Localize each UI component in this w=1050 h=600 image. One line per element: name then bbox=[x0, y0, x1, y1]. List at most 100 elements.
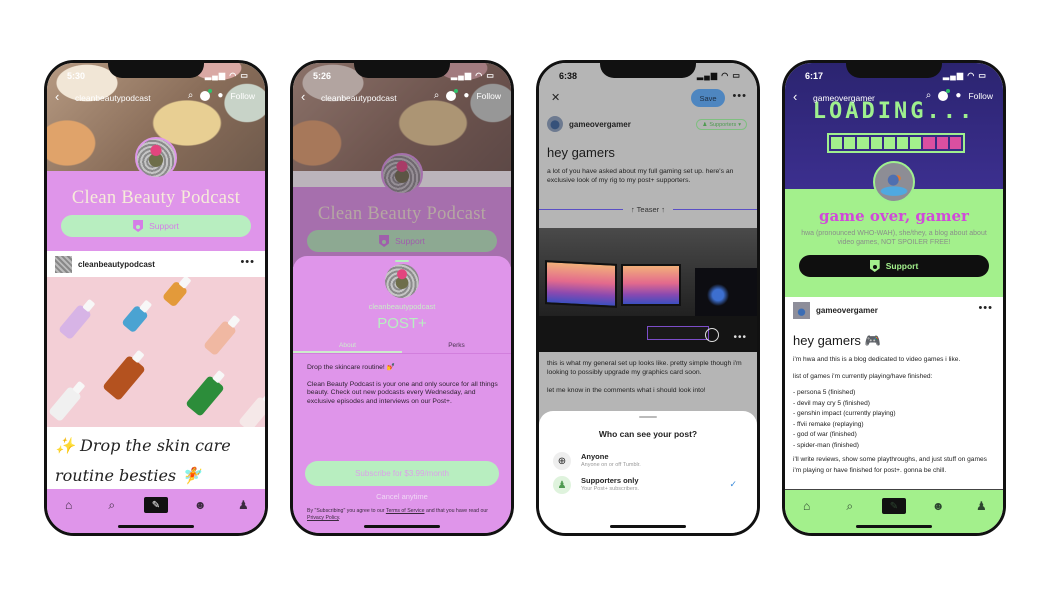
post-title[interactable]: hey gamers bbox=[547, 145, 615, 160]
post-author[interactable]: cleanbeautypodcast bbox=[78, 260, 155, 269]
editor-toolbar: ✕ Save ••• bbox=[539, 89, 757, 109]
audience-selector[interactable]: ♟ Supporters ▾ bbox=[696, 119, 747, 130]
game-item: - persona 5 (finished) bbox=[793, 389, 856, 396]
compose-icon[interactable]: ✎ bbox=[143, 497, 168, 513]
post-card: cleanbeautypodcast ••• ✨ Drop the skin c… bbox=[47, 251, 265, 495]
back-icon[interactable]: ‹ bbox=[55, 89, 59, 105]
follow-button[interactable]: Follow bbox=[230, 91, 255, 101]
activity-icon[interactable]: ☻ bbox=[189, 497, 211, 513]
post-author-avatar[interactable] bbox=[55, 256, 72, 273]
teaser-text: Teaser bbox=[636, 204, 660, 214]
author-avatar bbox=[547, 116, 563, 132]
sheet-tabs: About Perks bbox=[293, 338, 511, 354]
phone-post-plus-sheet: 5:26 ▂▄▆ ◠ ▭ ‹ cleanbeautypodcast ⌕ ● Fo… bbox=[290, 60, 514, 536]
visibility-option-anyone[interactable]: ⊕ Anyone Anyone on or off Tumblr. bbox=[553, 451, 743, 473]
search-icon[interactable]: ⌕ bbox=[101, 497, 123, 513]
visibility-option-supporters[interactable]: ♟ Supporters only Your Post+ subscribers… bbox=[553, 475, 743, 497]
games-list: - persona 5 (finished) - devil may cry 5… bbox=[793, 388, 995, 451]
search-icon[interactable]: ⌕ bbox=[188, 90, 194, 101]
post-author[interactable]: gameovergamer bbox=[816, 306, 878, 315]
list-heading: list of games i'm currently playing/have… bbox=[793, 372, 933, 380]
phone-post-editor: 6:38 ▂▄▆ ◠ ▭ ✕ Save ••• gameovergamer ♟ … bbox=[536, 60, 760, 536]
game-item: - devil may cry 5 (finished) bbox=[793, 399, 870, 407]
activity-icon[interactable] bbox=[446, 88, 459, 101]
home-indicator bbox=[118, 525, 194, 528]
search-icon[interactable]: ⌕ bbox=[839, 498, 861, 514]
post-plus-badge-icon bbox=[869, 260, 880, 272]
post-header: cleanbeautypodcast ••• bbox=[47, 251, 265, 277]
image-more-icon[interactable]: ••• bbox=[733, 332, 747, 343]
more-icon[interactable]: ••• bbox=[240, 256, 255, 268]
sheet-avatar bbox=[385, 264, 419, 298]
blog-avatar[interactable] bbox=[873, 161, 915, 203]
sheet-grabber[interactable] bbox=[395, 260, 409, 262]
legal-middle: and that you have read our bbox=[424, 508, 488, 514]
promo-stage: 5:30 ▂▄▆ ◠ ▭ ‹ cleanbeautypodcast ⌕ ● Fo… bbox=[0, 0, 1050, 600]
post-author-avatar[interactable] bbox=[793, 302, 810, 319]
account-icon[interactable]: ♟ bbox=[232, 497, 254, 513]
blog-info-block: Clean Beauty Podcast Support bbox=[47, 171, 265, 251]
back-icon[interactable]: ‹ bbox=[301, 89, 305, 105]
home-indicator bbox=[610, 525, 686, 528]
palette-icon[interactable] bbox=[705, 328, 719, 342]
blog-title: game over, gamer bbox=[819, 207, 969, 225]
loading-segment-empty bbox=[936, 137, 948, 149]
activity-icon[interactable] bbox=[200, 88, 213, 101]
loading-segment-filled bbox=[844, 137, 856, 149]
game-item: - god of war (finished) bbox=[793, 431, 857, 438]
blog-info-block: game over, gamer hwa (pronounced WHO-WAH… bbox=[785, 189, 1003, 297]
about-text: Drop the skincare routine! 💅 Clean Beaut… bbox=[307, 364, 499, 414]
more-icon[interactable]: ••• bbox=[978, 302, 993, 314]
more-icon[interactable]: ••• bbox=[732, 90, 747, 102]
post-intro: i'm hwa and this is a blog dedicated to … bbox=[793, 356, 961, 363]
sheet-heading: POST+ bbox=[377, 315, 427, 332]
save-button[interactable]: Save bbox=[691, 89, 725, 107]
post-image-serum-bottles bbox=[47, 277, 265, 427]
option-sublabel: Your Post+ subscribers. bbox=[581, 486, 640, 492]
support-label: Support bbox=[885, 261, 919, 271]
follow-button[interactable]: Follow bbox=[968, 91, 993, 101]
support-button[interactable]: Support bbox=[799, 255, 989, 277]
account-icon[interactable]: ● bbox=[955, 90, 961, 101]
supporters-icon: ♟ bbox=[702, 121, 708, 128]
blog-top-nav: ‹ gameovergamer ⌕ ● Follow bbox=[785, 88, 1003, 107]
close-icon[interactable]: ✕ bbox=[551, 91, 560, 104]
post-plus-badge-icon bbox=[133, 220, 144, 232]
about-line: Drop the skincare routine! 💅 bbox=[307, 364, 396, 371]
terms-of-service-link[interactable]: Terms of Service bbox=[386, 508, 425, 514]
checkmark-icon: ✓ bbox=[729, 479, 737, 489]
compose-icon[interactable]: ✎ bbox=[881, 498, 906, 514]
post-card: gameovergamer ••• hey gamers 🎮 i'm hwa a… bbox=[785, 297, 1003, 489]
support-label: Support bbox=[149, 221, 179, 231]
support-button[interactable]: Support bbox=[61, 215, 251, 237]
tab-perks[interactable]: Perks bbox=[402, 338, 511, 353]
body-line: this is what my general set up looks lik… bbox=[547, 360, 742, 376]
activity-icon[interactable]: ☻ bbox=[927, 498, 949, 514]
option-sublabel: Anyone on or off Tumblr. bbox=[581, 462, 641, 468]
search-icon[interactable]: ⌕ bbox=[926, 90, 932, 101]
account-icon[interactable]: ● bbox=[463, 90, 469, 101]
game-item: - genshin impact (currently playing) bbox=[793, 410, 896, 417]
divider-line bbox=[539, 208, 623, 210]
phone-gamer-blog: 6:17 ▂▄▆ ◠ ▭ ‹ gameovergamer ⌕ ● Follow … bbox=[782, 60, 1006, 536]
subscribe-button[interactable]: Subscribe for $3.99/month bbox=[305, 461, 499, 486]
teaser-label: ↑ Teaser ↑ bbox=[630, 204, 666, 214]
post-caption: ✨ Drop the skin care routine besties 🧚 bbox=[55, 436, 231, 485]
post-body: i'm hwa and this is a blog dedicated to … bbox=[793, 355, 995, 482]
sheet-grabber[interactable] bbox=[639, 416, 657, 418]
search-icon[interactable]: ⌕ bbox=[434, 90, 440, 101]
post-intro[interactable]: a lot of you have asked about my full ga… bbox=[547, 167, 747, 185]
blog-avatar[interactable] bbox=[135, 137, 177, 179]
privacy-policy-link[interactable]: Privacy Policy bbox=[307, 515, 339, 521]
account-icon[interactable]: ● bbox=[217, 90, 223, 101]
follow-button[interactable]: Follow bbox=[476, 91, 501, 101]
tab-about[interactable]: About bbox=[293, 338, 402, 353]
home-icon[interactable]: ⌂ bbox=[796, 498, 818, 514]
teaser-divider[interactable]: ↑ Teaser ↑ bbox=[539, 203, 757, 215]
activity-icon[interactable] bbox=[938, 88, 951, 101]
home-icon[interactable]: ⌂ bbox=[58, 497, 80, 513]
account-icon[interactable]: ♟ bbox=[970, 498, 992, 514]
back-icon[interactable]: ‹ bbox=[793, 89, 797, 105]
loading-segment-filled bbox=[883, 137, 896, 149]
post-body[interactable]: this is what my general set up looks lik… bbox=[547, 359, 747, 395]
